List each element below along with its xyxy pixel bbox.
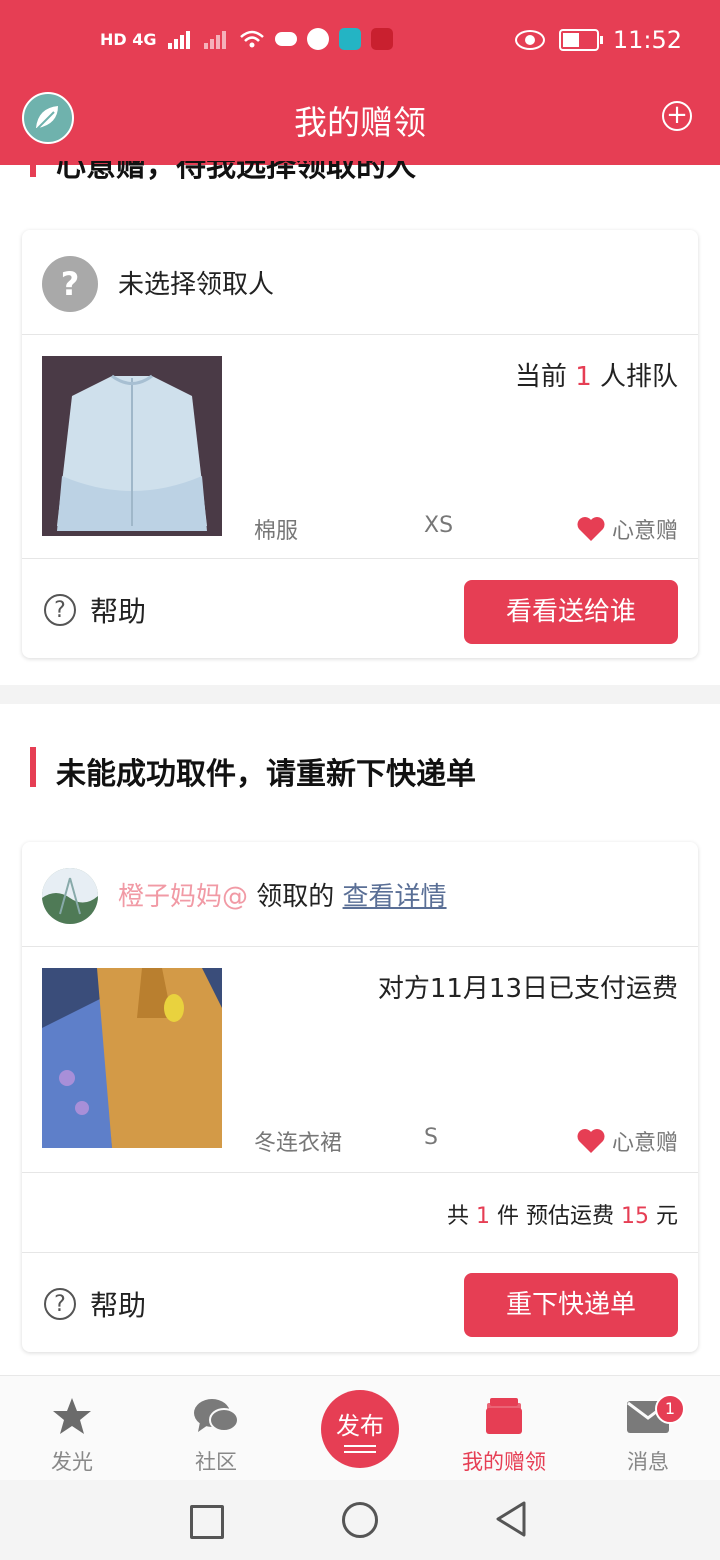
eye-icon <box>514 30 545 50</box>
details-link[interactable]: 查看详情 <box>343 882 447 912</box>
cloud-icon <box>274 32 297 46</box>
summary-mid: 件 预估运费 <box>490 1204 621 1229</box>
nav-label: 我的赠领 <box>462 1450 546 1474</box>
shipping-status: 对方11月13日已支付运费 <box>377 974 678 1004</box>
publish-lines <box>344 1445 376 1447</box>
heart-icon <box>577 517 605 541</box>
nav-item-publish[interactable]: 发布 <box>288 1376 432 1481</box>
username[interactable]: 橙子妈妈@ <box>118 882 248 912</box>
back-button[interactable] <box>494 1500 528 1538</box>
item-count: 1 <box>476 1204 491 1229</box>
divider <box>22 946 698 947</box>
item-photo[interactable] <box>42 968 222 1148</box>
queue-prefix: 当前 <box>514 362 576 392</box>
section-title: 未能成功取件，请重新下快递单 <box>56 757 476 792</box>
star-icon <box>53 1398 91 1434</box>
publish-label: 发布 <box>336 1412 384 1440</box>
add-button[interactable]: + <box>662 101 692 131</box>
item-name: 冬连衣裙 <box>254 1131 343 1156</box>
reorder-shipping-button[interactable]: 重下快递单 <box>464 1273 678 1337</box>
section-marker <box>30 165 36 177</box>
claim-line: 橙子妈妈@ 领取的 查看详情 <box>118 876 447 913</box>
help-icon: ? <box>44 1288 76 1320</box>
home-button[interactable] <box>342 1502 378 1538</box>
nav-label: 社区 <box>195 1450 237 1474</box>
gift-type-tag: 心意赠 <box>576 513 678 545</box>
item-size: S <box>424 1125 438 1150</box>
help-label: 帮助 <box>90 1289 147 1322</box>
divider <box>22 334 698 335</box>
shipping-summary: 共 1 件 预估运费 15 元 <box>447 1198 678 1230</box>
item-name: 棉服 <box>254 519 299 544</box>
summary-suffix: 元 <box>649 1204 678 1229</box>
status-right: 11:52 <box>514 26 682 54</box>
status-time: 11:52 <box>612 26 682 54</box>
heart-icon <box>577 1129 605 1153</box>
section-pending-choose: 心意赠，待我选择领取的人 ? 未选择领取人 当前 1 人排队 棉服 XS 心意赠 <box>0 161 720 685</box>
status-bar: HD 4G 11:52 <box>0 0 720 84</box>
chat-bubbles-icon <box>194 1399 239 1432</box>
item-size: XS <box>424 513 454 538</box>
message-badge: 1 <box>655 1394 685 1424</box>
divider <box>22 1172 698 1173</box>
network-label: HD 4G <box>100 29 157 49</box>
app-header: HD 4G 11:52 我的赠领 + <box>0 0 720 165</box>
page-title: 我的赠领 <box>294 103 426 142</box>
nav-item-messages[interactable]: 1 消息 <box>576 1376 720 1481</box>
system-nav-bar <box>0 1480 720 1560</box>
recent-apps-button[interactable] <box>190 1505 224 1539</box>
claimed-label: 领取的 <box>248 882 343 912</box>
question-icon: ? <box>60 265 80 303</box>
avatar[interactable] <box>42 868 98 924</box>
queue-status: 当前 1 人排队 <box>515 356 678 393</box>
recipient-avatar: ? <box>42 256 98 312</box>
help-icon: ? <box>44 594 76 626</box>
gift-type-label: 心意赠 <box>611 1131 678 1156</box>
gift-type-label: 心意赠 <box>611 519 678 544</box>
wifi-icon <box>239 30 264 48</box>
queue-count: 1 <box>575 362 592 392</box>
divider <box>22 558 698 559</box>
signal-icon <box>167 31 190 49</box>
bottom-nav: 发光 社区 发布 我的赠领 1 消息 <box>0 1375 720 1481</box>
section-reorder-shipping: 未能成功取件，请重新下快递单 橙子妈妈@ 领取的 查看详情 对方11月13日已支… <box>0 704 720 1375</box>
heart-app-icon <box>370 28 393 50</box>
signal-2-icon <box>203 31 226 49</box>
gift-card: 橙子妈妈@ 领取的 查看详情 对方11月13日已支付运费 冬连衣裙 S 心意赠 … <box>22 842 698 1352</box>
item-photo[interactable] <box>42 356 222 536</box>
plus-circle-icon: + <box>666 100 688 130</box>
queue-suffix: 人排队 <box>591 362 678 392</box>
gift-type-tag: 心意赠 <box>576 1125 678 1157</box>
nav-label: 消息 <box>627 1450 669 1474</box>
message-notif-icon <box>306 28 329 50</box>
nav-item-glow[interactable]: 发光 <box>0 1376 144 1481</box>
help-label: 帮助 <box>90 595 147 628</box>
nav-item-community[interactable]: 社区 <box>144 1376 288 1481</box>
divider <box>22 1252 698 1253</box>
shipping-fee: 15 <box>621 1204 649 1229</box>
battery-icon <box>558 29 603 51</box>
publish-icon: 发布 <box>321 1390 399 1468</box>
nav-label: 发光 <box>51 1450 93 1474</box>
status-left: HD 4G <box>100 28 393 50</box>
summary-prefix: 共 <box>447 1204 477 1229</box>
home-app-icon <box>338 28 361 50</box>
nav-item-my-gifts[interactable]: 我的赠领 <box>432 1376 576 1481</box>
gift-card: ? 未选择领取人 当前 1 人排队 棉服 XS 心意赠 ? 帮助 看看送给谁 <box>22 230 698 658</box>
wallet-cards-icon <box>486 1398 522 1434</box>
see-who-button[interactable]: 看看送给谁 <box>464 580 678 644</box>
section-marker <box>30 747 36 787</box>
recipient-label: 未选择领取人 <box>118 270 275 300</box>
help-link[interactable]: ? 帮助 <box>44 590 146 630</box>
help-link[interactable]: ? 帮助 <box>44 1284 146 1324</box>
